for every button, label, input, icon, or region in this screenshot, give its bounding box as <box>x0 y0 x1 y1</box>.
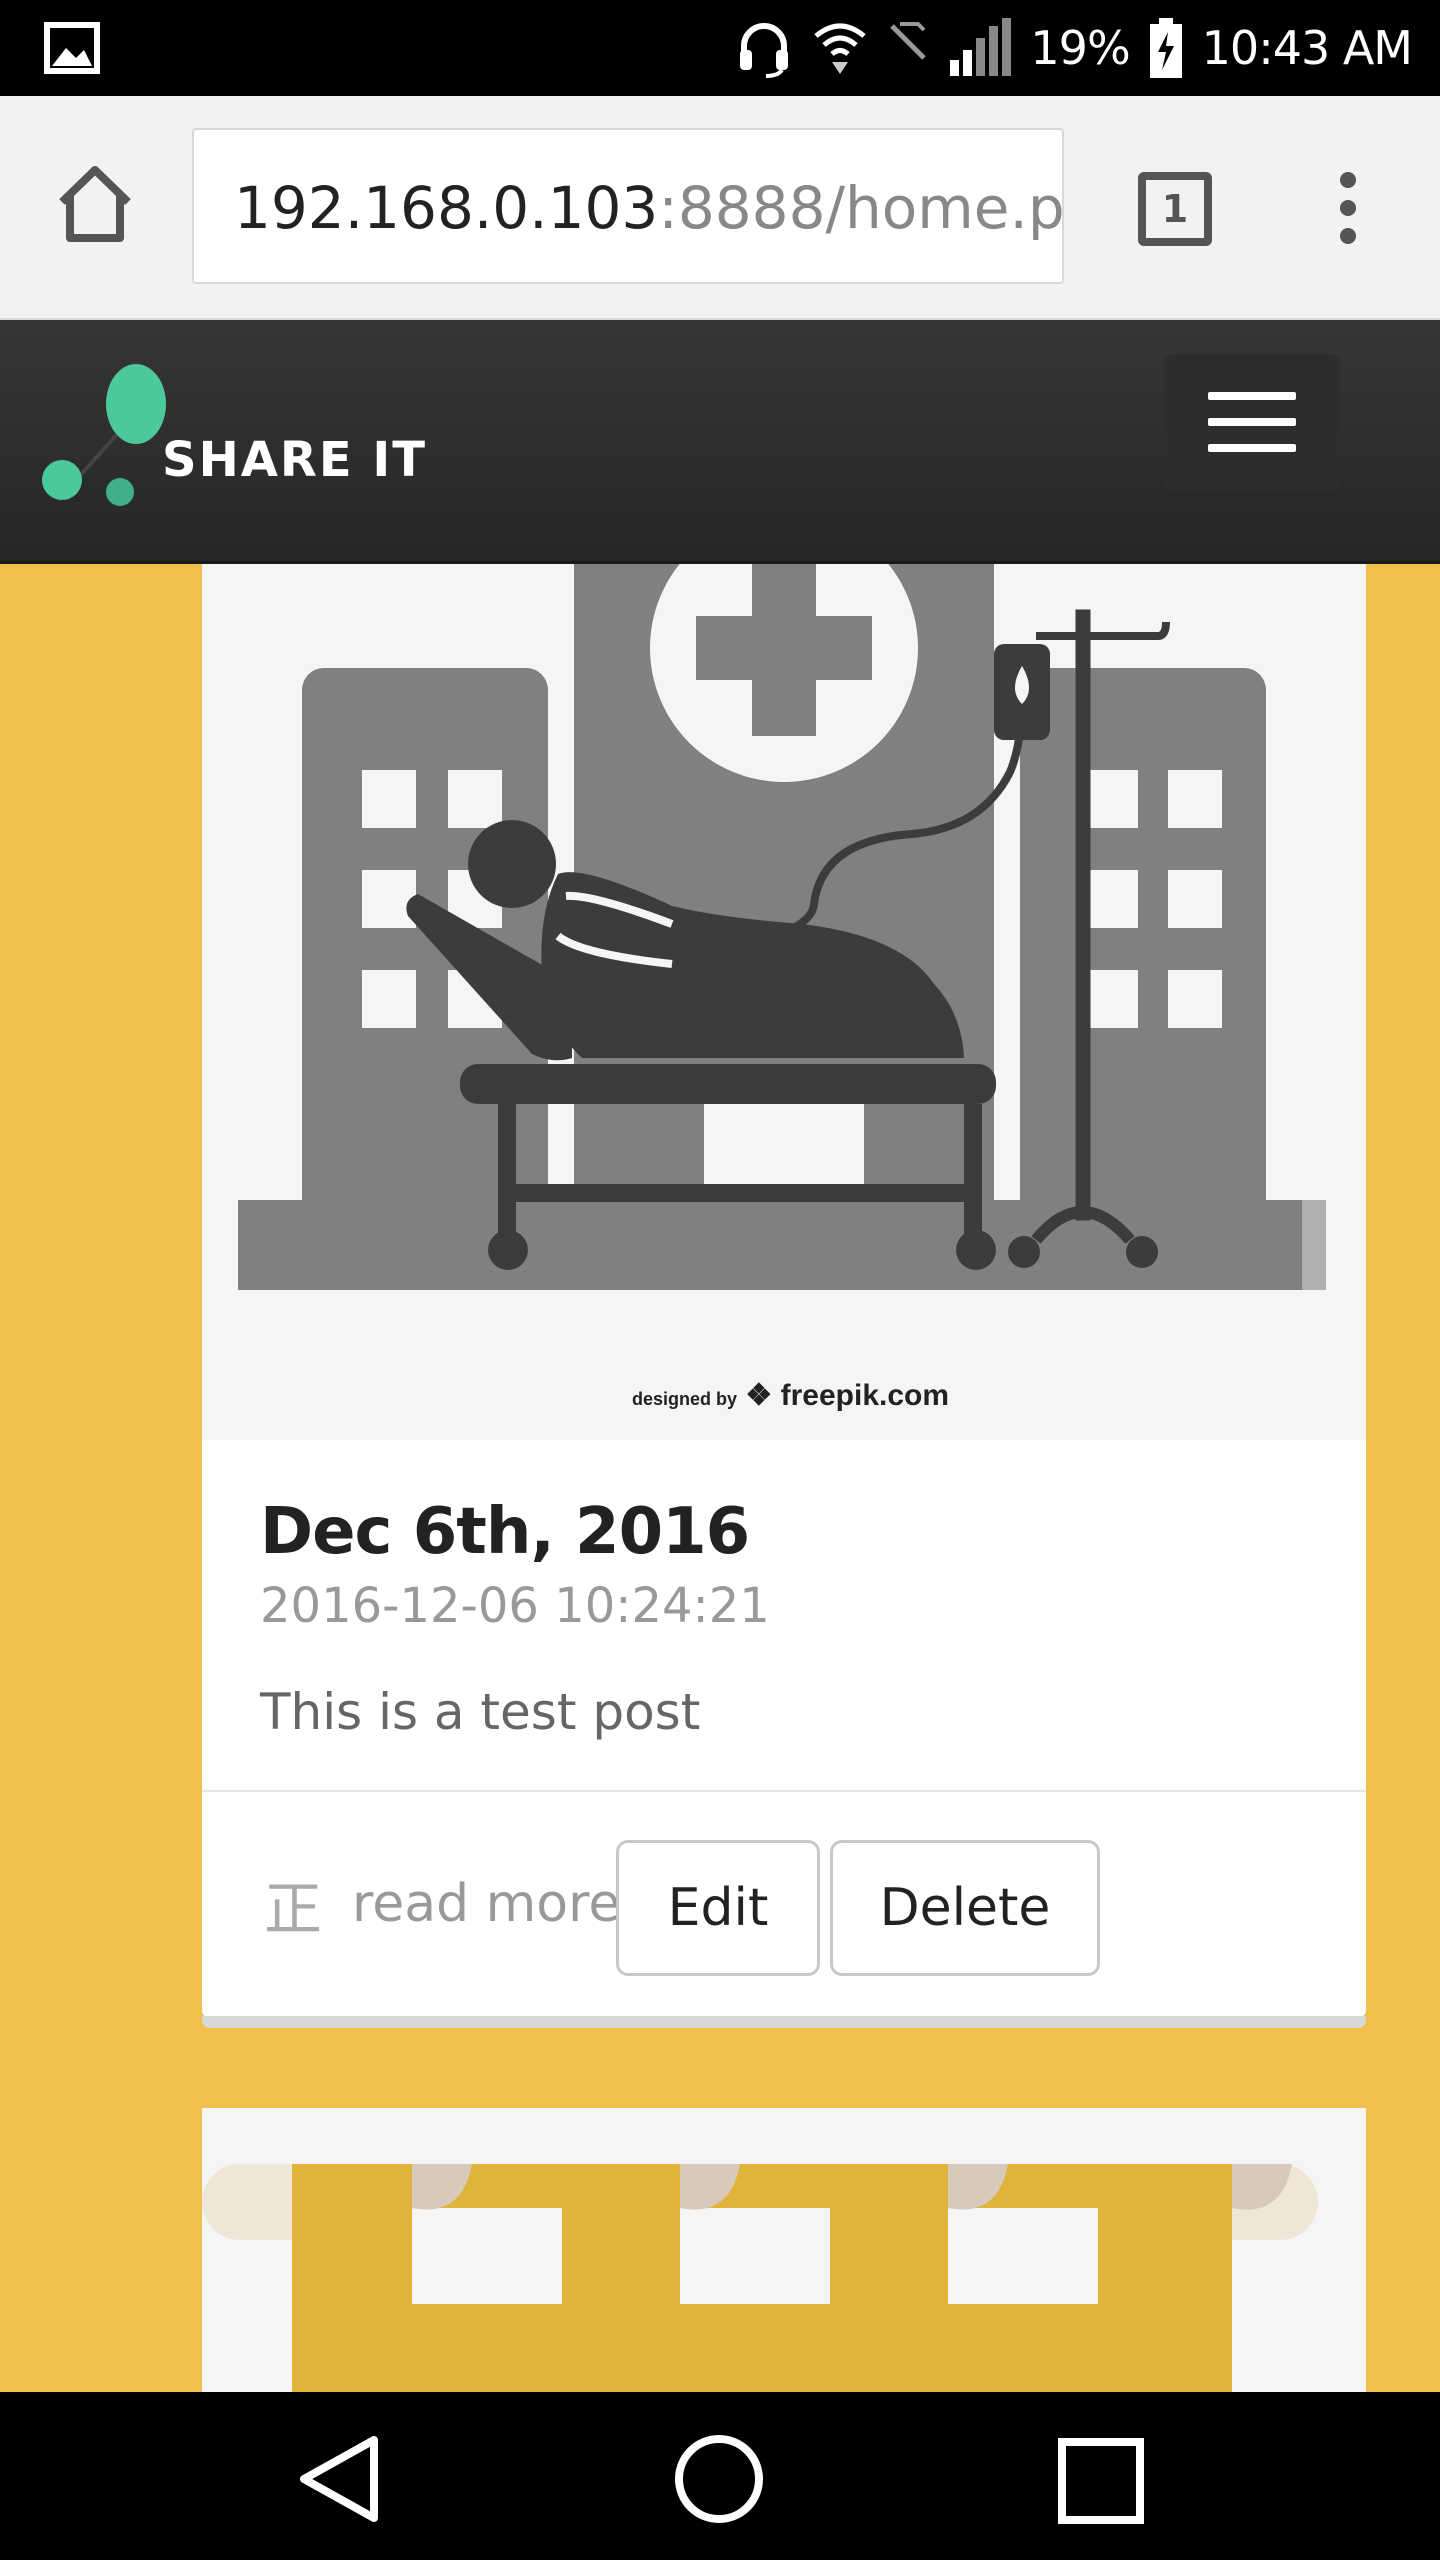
post-card <box>202 2108 1366 2392</box>
recents-icon[interactable] <box>1058 2438 1144 2524</box>
home-icon[interactable] <box>52 162 138 248</box>
overflow-menu-icon[interactable] <box>1318 168 1378 248</box>
card-shadow <box>202 2016 1366 2028</box>
tabs-button[interactable]: 1 <box>1138 172 1212 246</box>
url-path: :8888/home.p <box>658 174 1064 242</box>
freepik-logo-icon: ❖ <box>745 1379 773 1412</box>
post-card: designed by ❖ freepik.com Dec 6th, 2016 … <box>202 564 1366 2018</box>
no-sim-icon <box>890 22 927 60</box>
url-host: 192.168.0.103 <box>234 174 659 242</box>
tab-count: 1 <box>1161 187 1189 231</box>
headset-icon <box>740 23 789 78</box>
app-header: SHARE IT <box>0 320 1440 564</box>
hamburger-menu-button[interactable] <box>1164 354 1340 490</box>
back-icon[interactable] <box>296 2434 382 2524</box>
url-field[interactable]: 192.168.0.103:8888/home.p <box>192 128 1064 284</box>
edit-button[interactable]: Edit <box>616 1840 820 1976</box>
clock: 10:43 AM <box>1201 21 1413 75</box>
post-text: This is a test post <box>260 1683 701 1741</box>
read-more-label: read more <box>352 1874 621 1934</box>
post-feed: designed by ❖ freepik.com Dec 6th, 2016 … <box>0 564 1440 2392</box>
system-nav-bar <box>0 2392 1440 2560</box>
status-bar: 19% 10:43 AM <box>0 0 1440 96</box>
battery-charging-icon <box>1149 18 1182 78</box>
post-body: Dec 6th, 2016 2016-12-06 10:24:21 This i… <box>202 1440 1366 1792</box>
post-image: designed by ❖ freepik.com <box>202 564 1366 1440</box>
hospital-illustration <box>202 564 1366 1440</box>
brand-name[interactable]: SHARE IT <box>162 432 427 488</box>
gallery-icon <box>44 22 100 74</box>
home-circle-icon[interactable] <box>674 2434 764 2524</box>
post-actions: 正 read more Edit Delete <box>202 1792 1366 2018</box>
signal-icon <box>950 18 1012 76</box>
battery-percent: 19% <box>1030 21 1130 75</box>
browser-toolbar: 192.168.0.103:8888/home.p 1 <box>0 96 1440 320</box>
post-image <box>202 2108 1366 2392</box>
image-credit: designed by ❖ freepik.com <box>632 1379 950 1412</box>
post-title[interactable]: Dec 6th, 2016 <box>260 1492 1308 1572</box>
wifi-icon <box>814 23 867 74</box>
delete-button[interactable]: Delete <box>830 1840 1100 1976</box>
post-timestamp: 2016-12-06 10:24:21 <box>260 1578 770 1634</box>
read-more-link[interactable]: 正 read more <box>264 1862 620 1946</box>
read-more-icon: 正 <box>264 1875 323 1943</box>
